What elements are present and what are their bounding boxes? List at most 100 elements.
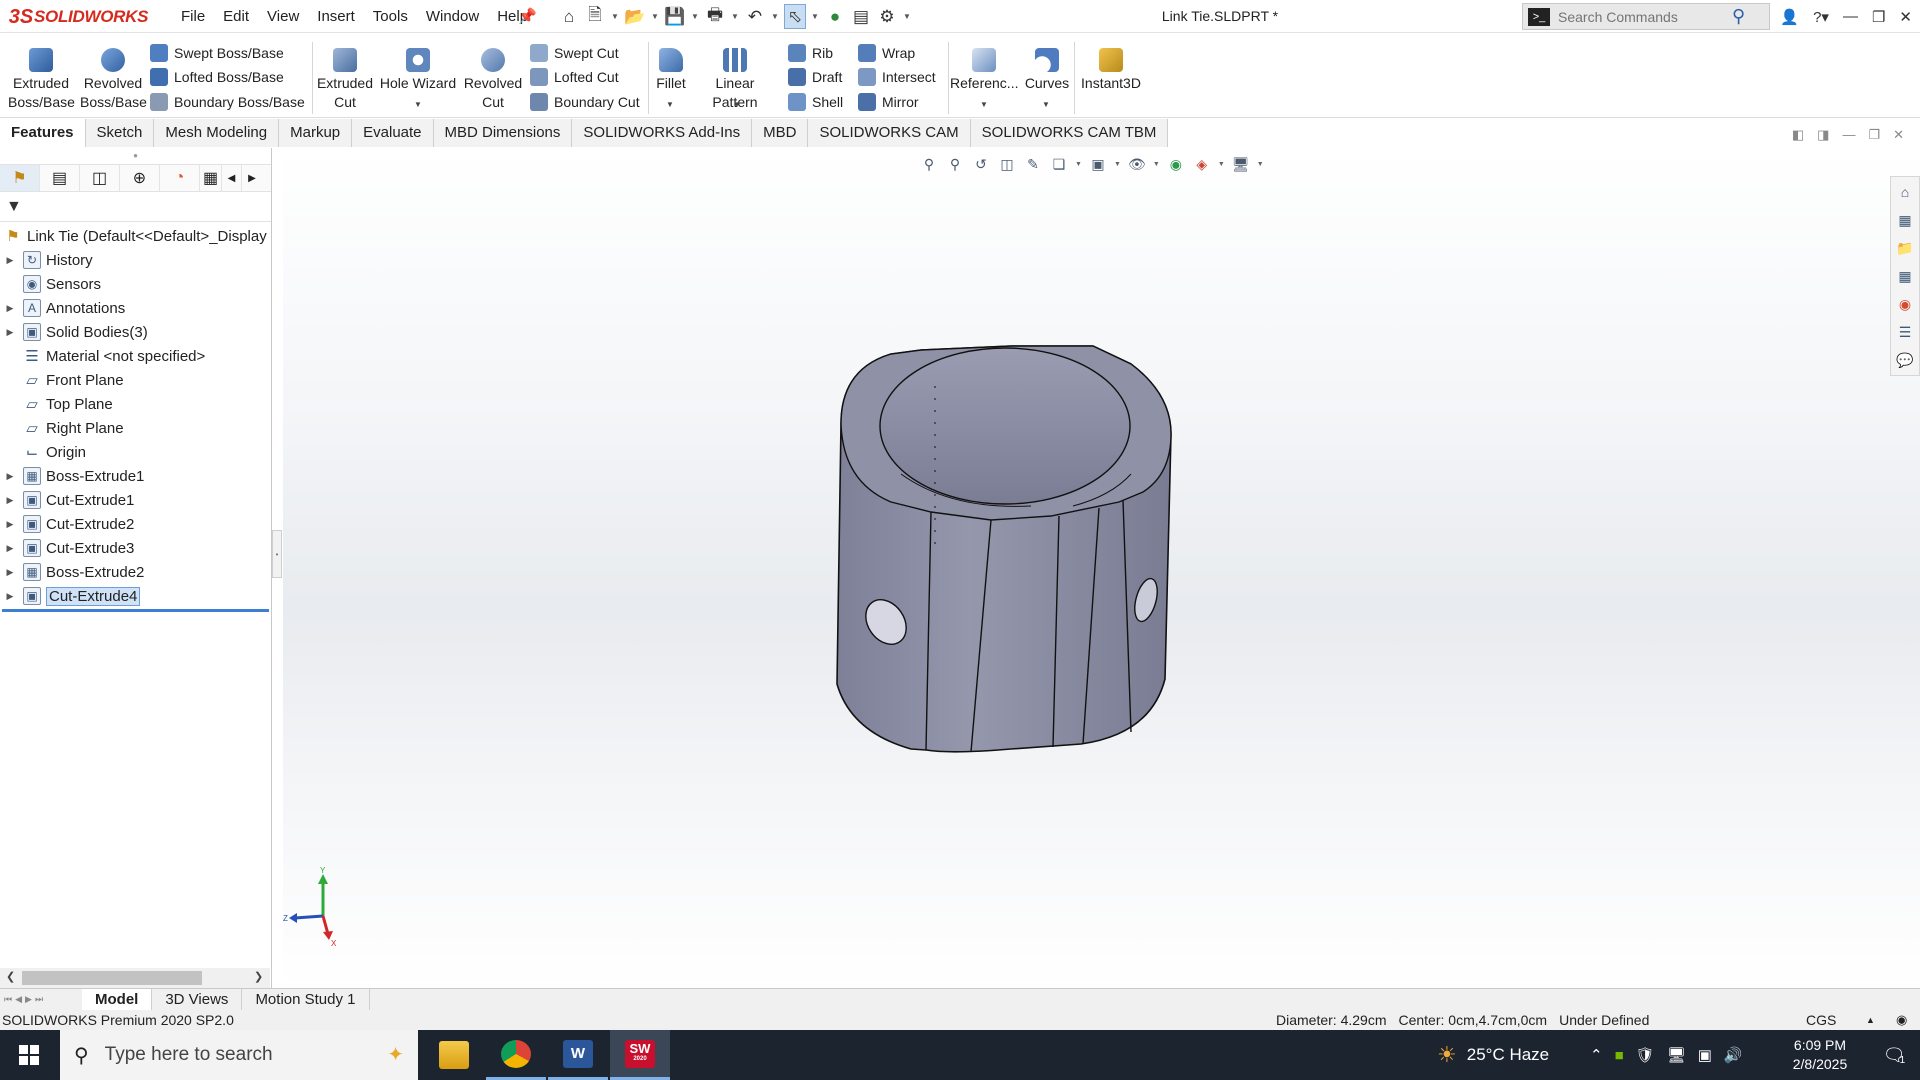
design-library-icon[interactable]: ▦ [1894, 209, 1916, 231]
hide-show-dropdown-icon[interactable]: ▼ [1153, 161, 1160, 168]
revolved-boss-button[interactable]: Revolved Boss/Base [80, 48, 147, 112]
select-dropdown-icon[interactable]: ▼ [810, 12, 820, 21]
prev-tab-icon[interactable]: ◀ [15, 994, 22, 1005]
tile-left-icon[interactable]: ◧ [1792, 127, 1804, 143]
swept-cut-button[interactable]: Swept Cut [530, 42, 619, 64]
open-dropdown-icon[interactable]: ▼ [650, 12, 660, 21]
rollback-bar[interactable] [2, 609, 269, 612]
extruded-boss-button[interactable]: Extruded Boss/Base [8, 48, 75, 112]
home-icon[interactable]: ⌂ [558, 4, 580, 29]
network-icon[interactable]: 🖥 [1667, 1046, 1686, 1064]
new-dropdown-icon[interactable]: ▼ [610, 12, 620, 21]
property-manager-tab-icon[interactable]: ▤ [40, 165, 80, 191]
draft-button[interactable]: Draft [788, 66, 842, 88]
curves-dropdown-icon[interactable]: ▼ [1042, 100, 1050, 109]
tree-filter[interactable]: ▼ [0, 192, 271, 222]
tab-mesh-modeling[interactable]: Mesh Modeling [154, 119, 280, 147]
security-shield-icon[interactable]: 🛡 [1636, 1046, 1655, 1064]
menu-window[interactable]: Window [417, 0, 488, 33]
menu-tools[interactable]: Tools [364, 0, 417, 33]
dynamic-annotation-icon[interactable]: ✎ [1023, 154, 1043, 174]
show-hidden-icons-icon[interactable]: ⌃ [1590, 1046, 1603, 1064]
expand-arrow-icon[interactable]: ▶ [4, 303, 16, 314]
tab-solidworks-cam-tbm[interactable]: SOLIDWORKS CAM TBM [971, 119, 1169, 147]
search-commands-box[interactable]: >_ ⚲ [1522, 3, 1770, 30]
file-explorer-icon[interactable]: 📁 [1894, 237, 1916, 259]
swept-boss-button[interactable]: Swept Boss/Base [150, 42, 284, 64]
tab-mbd[interactable]: MBD [752, 119, 809, 147]
tree-item-annotations[interactable]: ▶ A Annotations [0, 296, 271, 320]
hide-show-items-icon[interactable]: 👁 [1127, 154, 1147, 174]
previous-view-icon[interactable]: ↺ [971, 154, 991, 174]
edit-appearance-icon[interactable]: ◉ [1166, 154, 1186, 174]
tree-item-boss-extrude1[interactable]: ▶ ▦ Boss-Extrude1 [0, 464, 271, 488]
scroll-left-arrow-icon[interactable]: ❮ [6, 970, 15, 983]
volume-icon[interactable]: 🔊 [1724, 1046, 1743, 1064]
tree-item-right-plane[interactable]: ▱ Right Plane [0, 416, 271, 440]
taskbar-search[interactable]: ⚲ Type here to search ✦ [60, 1030, 418, 1080]
start-button[interactable] [0, 1030, 58, 1080]
linear-pattern-dropdown-icon[interactable]: ▼ [733, 100, 741, 109]
save-icon[interactable]: 💾 [664, 4, 686, 29]
undo-icon[interactable]: ↶ [744, 4, 766, 29]
unit-system[interactable]: CGS [1806, 1010, 1836, 1030]
tree-item-front-plane[interactable]: ▱ Front Plane [0, 368, 271, 392]
tab-model[interactable]: Model [82, 989, 153, 1010]
lofted-boss-button[interactable]: Lofted Boss/Base [150, 66, 284, 88]
user-icon[interactable]: 👤 [1780, 8, 1799, 26]
revolved-cut-button[interactable]: Revolved Cut [462, 48, 524, 112]
nvidia-icon[interactable]: ■ [1615, 1047, 1624, 1064]
graphics-area[interactable]: ⚲ ⚲ ↺ ◫ ✎ ❏ ▼ ▣ ▼ 👁 ▼ ◉ ◈ ▼ 🖥 ▼ ⌂ ▦ 📁 ▦ … [283, 148, 1920, 988]
menu-insert[interactable]: Insert [308, 0, 364, 33]
first-tab-icon[interactable]: ⏮ [4, 994, 12, 1005]
fillet-dropdown-icon[interactable]: ▼ [666, 100, 674, 109]
search-input[interactable] [1558, 8, 1728, 25]
fillet-button[interactable]: Fillet [652, 48, 690, 93]
custom-properties-icon[interactable]: ☰ [1894, 321, 1916, 343]
menu-edit[interactable]: Edit [214, 0, 258, 33]
tree-root[interactable]: ⚑ Link Tie (Default<<Default>_Display [0, 224, 271, 248]
lofted-cut-button[interactable]: Lofted Cut [530, 66, 619, 88]
unit-system-dropdown-icon[interactable]: ▲ [1866, 1010, 1875, 1030]
tab-features[interactable]: Features [0, 119, 86, 147]
close-icon[interactable]: ✕ [1899, 8, 1912, 26]
view-settings-icon[interactable]: 🖥 [1231, 154, 1251, 174]
new-document-icon[interactable]: 🗎 [584, 4, 606, 29]
tree-item-solid-bodies[interactable]: ▶ ▣ Solid Bodies(3) [0, 320, 271, 344]
tree-item-cut-extrude4[interactable]: ▶ ▣ Cut-Extrude4 [0, 584, 271, 608]
weather-widget[interactable]: ☀ 25°C Haze [1437, 1030, 1549, 1080]
solidworks-resources-icon[interactable]: ⌂ [1894, 181, 1916, 203]
expand-arrow-icon[interactable]: ▶ [4, 471, 16, 482]
intersect-button[interactable]: Intersect [858, 66, 936, 88]
tree-item-boss-extrude2[interactable]: ▶ ▦ Boss-Extrude2 [0, 560, 271, 584]
undo-dropdown-icon[interactable]: ▼ [770, 12, 780, 21]
tree-item-top-plane[interactable]: ▱ Top Plane [0, 392, 271, 416]
solidworks-forum-icon[interactable]: 💬 [1894, 349, 1916, 371]
filter-icon[interactable]: ▼ [6, 198, 22, 216]
tree-item-cut-extrude1[interactable]: ▶ ▣ Cut-Extrude1 [0, 488, 271, 512]
display-manager-tab-icon[interactable]: ◔ [160, 165, 200, 191]
save-dropdown-icon[interactable]: ▼ [690, 12, 700, 21]
tile-right-icon[interactable]: ◨ [1817, 127, 1829, 143]
meet-now-icon[interactable]: ▣ [1698, 1046, 1712, 1064]
wrap-button[interactable]: Wrap [858, 42, 915, 64]
tab-sketch[interactable]: Sketch [86, 119, 155, 147]
rebuild-icon[interactable]: ● [824, 4, 846, 29]
restore-icon[interactable]: ❐ [1872, 8, 1885, 26]
horizontal-scrollbar[interactable]: ❮ ❯ [0, 968, 270, 988]
hole-wizard-button[interactable]: Hole Wizard [378, 48, 458, 93]
configuration-manager-tab-icon[interactable]: ◫ [80, 165, 120, 191]
scroll-right-icon[interactable]: ▶ [242, 165, 262, 191]
extruded-cut-button[interactable]: Extruded Cut [316, 48, 374, 112]
file-properties-icon[interactable]: ▤ [850, 4, 872, 29]
zoom-to-area-icon[interactable]: ⚲ [945, 154, 965, 174]
chrome-app[interactable] [486, 1030, 546, 1080]
tab-motion-study[interactable]: Motion Study 1 [242, 989, 370, 1010]
boundary-boss-button[interactable]: Boundary Boss/Base [150, 91, 305, 113]
menu-view[interactable]: View [258, 0, 308, 33]
tree-item-sensors[interactable]: ◉ Sensors [0, 272, 271, 296]
expand-arrow-icon[interactable]: ▶ [4, 519, 16, 530]
apply-scene-icon[interactable]: ◈ [1192, 154, 1212, 174]
expand-arrow-icon[interactable]: ▶ [4, 567, 16, 578]
instant3d-button[interactable]: Instant3D [1078, 48, 1144, 93]
